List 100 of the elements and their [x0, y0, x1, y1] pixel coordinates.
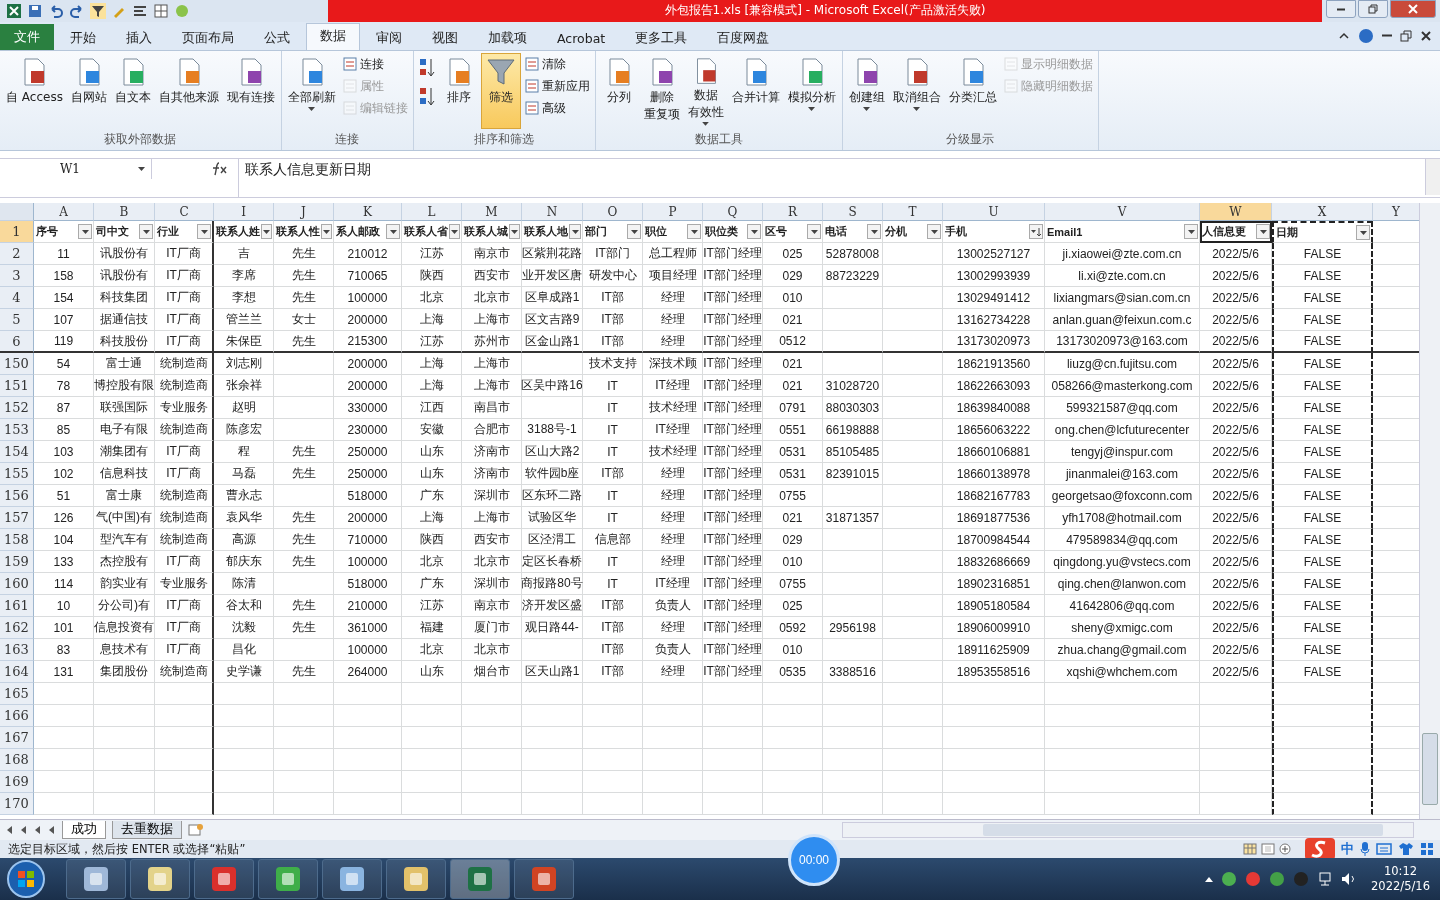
- column-header[interactable]: M: [462, 203, 522, 222]
- ribbon-button[interactable]: 连接: [340, 54, 410, 74]
- row-header[interactable]: 157: [0, 507, 34, 530]
- tray-icon[interactable]: [1245, 871, 1262, 888]
- ribbon-button[interactable]: 排序: [438, 52, 479, 129]
- shirt-icon[interactable]: [1398, 842, 1414, 857]
- ribbon-button[interactable]: 创建组: [845, 52, 888, 129]
- column-header[interactable]: A: [34, 203, 94, 222]
- row-header[interactable]: 165: [0, 683, 34, 706]
- ribbon-tab[interactable]: 更多工具: [621, 25, 702, 50]
- grid-icon[interactable]: [1420, 842, 1434, 857]
- row-header[interactable]: 152: [0, 397, 34, 420]
- taskbar-button[interactable]: [514, 859, 574, 900]
- ribbon-button[interactable]: 全部刷新: [284, 52, 339, 129]
- ribbon-button[interactable]: 分列: [598, 52, 639, 129]
- ribbon-button[interactable]: 重新应用: [522, 76, 592, 96]
- row-header[interactable]: 160: [0, 573, 34, 596]
- ribbon-tab[interactable]: 百度网盘: [703, 25, 784, 50]
- row-header[interactable]: 170: [0, 793, 34, 816]
- filter-dropdown-button[interactable]: [386, 224, 400, 240]
- horizontal-scrollbar[interactable]: [842, 822, 1414, 839]
- close-button[interactable]: [1390, 0, 1436, 18]
- filter-dropdown-button[interactable]: [78, 224, 92, 240]
- ribbon-button[interactable]: 合并计算: [728, 52, 783, 129]
- row-header[interactable]: 162: [0, 617, 34, 640]
- ribbon-button[interactable]: 自文本: [111, 52, 154, 129]
- restore-icon[interactable]: [1400, 29, 1412, 42]
- filter-dropdown-button[interactable]: [627, 224, 641, 240]
- row-header[interactable]: 2: [0, 243, 34, 266]
- tray-icon[interactable]: [1221, 871, 1238, 888]
- sheet-tab[interactable]: 成功: [62, 821, 106, 840]
- ribbon-tab[interactable]: 开始: [56, 25, 110, 50]
- ribbon-tab[interactable]: 视图: [418, 25, 472, 50]
- filter-dropdown-button[interactable]: [321, 224, 332, 240]
- taskbar-button[interactable]: [194, 859, 254, 900]
- ribbon-tab[interactable]: 数据: [306, 22, 360, 50]
- ribbon-button[interactable]: 删除 重复项: [640, 52, 683, 129]
- redo-icon[interactable]: [69, 2, 85, 19]
- column-header[interactable]: O: [583, 203, 643, 222]
- clock-date[interactable]: 2022/5/16: [1371, 879, 1430, 895]
- ribbon-tab[interactable]: 页面布局: [168, 25, 248, 50]
- filter-dropdown-button[interactable]: [449, 224, 460, 240]
- row-header[interactable]: 168: [0, 749, 34, 772]
- ribbon-tab[interactable]: 公式: [250, 25, 304, 50]
- row-header[interactable]: 159: [0, 551, 34, 574]
- start-button[interactable]: [6, 859, 46, 900]
- column-header[interactable]: N: [522, 203, 583, 222]
- minimize-button[interactable]: [1326, 0, 1356, 18]
- column-header[interactable]: R: [763, 203, 823, 222]
- row-header[interactable]: 155: [0, 463, 34, 486]
- filter-dropdown-button[interactable]: [1184, 224, 1198, 240]
- row-header[interactable]: 150: [0, 353, 34, 376]
- filter-dropdown-button[interactable]: [687, 224, 701, 240]
- taskbar-button[interactable]: [130, 859, 190, 900]
- filter-dropdown-button[interactable]: [1029, 224, 1043, 240]
- ribbon-tab[interactable]: 加载项: [474, 25, 541, 50]
- help-icon[interactable]: [1358, 27, 1374, 44]
- ribbon-tab[interactable]: 插入: [112, 25, 166, 50]
- row-header[interactable]: 169: [0, 771, 34, 794]
- column-header[interactable]: V: [1045, 203, 1200, 222]
- input-method-logo-icon[interactable]: [1305, 838, 1335, 861]
- ribbon-button[interactable]: 自其他来源: [155, 52, 222, 129]
- ribbon-button[interactable]: 取消组合: [889, 52, 944, 129]
- tray-icon[interactable]: [1269, 871, 1286, 888]
- filter-dropdown-button[interactable]: [261, 224, 272, 240]
- taskbar-button[interactable]: [258, 859, 318, 900]
- ribbon-button[interactable]: 现有连接: [223, 52, 278, 129]
- column-header[interactable]: C: [155, 203, 214, 222]
- filter-dropdown-button[interactable]: [197, 224, 211, 240]
- network-icon[interactable]: [1317, 872, 1334, 887]
- filter-dropdown-button[interactable]: [1356, 225, 1370, 241]
- row-header[interactable]: 151: [0, 375, 34, 398]
- row-header[interactable]: 154: [0, 441, 34, 464]
- sheet-tab[interactable]: 去重数据: [112, 821, 182, 840]
- function-icon[interactable]: [210, 162, 228, 177]
- taskbar-button[interactable]: [322, 859, 382, 900]
- column-header[interactable]: J: [274, 203, 334, 222]
- filter-dropdown-button[interactable]: [1256, 224, 1270, 240]
- row-header[interactable]: 158: [0, 529, 34, 552]
- column-header[interactable]: S: [823, 203, 883, 222]
- column-header[interactable]: U: [943, 203, 1045, 222]
- row-header[interactable]: 3: [0, 265, 34, 288]
- row-header[interactable]: 161: [0, 595, 34, 618]
- filter-dropdown-button[interactable]: [139, 224, 153, 240]
- ribbon-button[interactable]: 分类汇总: [945, 52, 1000, 129]
- caret-up-icon[interactable]: [1205, 876, 1214, 883]
- ribbon-tab[interactable]: 审阅: [362, 25, 416, 50]
- close-icon[interactable]: [1420, 29, 1432, 42]
- filter-dropdown-button[interactable]: [569, 224, 581, 240]
- microphone-icon[interactable]: [1360, 841, 1370, 858]
- filter-dropdown-button[interactable]: [927, 224, 941, 240]
- ribbon-button[interactable]: 数据 有效性: [684, 52, 727, 129]
- filter-dropdown-button[interactable]: [867, 224, 881, 240]
- row-header[interactable]: 4: [0, 287, 34, 310]
- undo-icon[interactable]: [48, 2, 64, 19]
- ribbon-button[interactable]: 自网站: [67, 52, 110, 129]
- filter-dropdown-button[interactable]: [807, 224, 821, 240]
- row-header[interactable]: 156: [0, 485, 34, 508]
- restore-button[interactable]: [1358, 0, 1388, 18]
- ribbon-button[interactable]: 自 Access: [3, 52, 66, 129]
